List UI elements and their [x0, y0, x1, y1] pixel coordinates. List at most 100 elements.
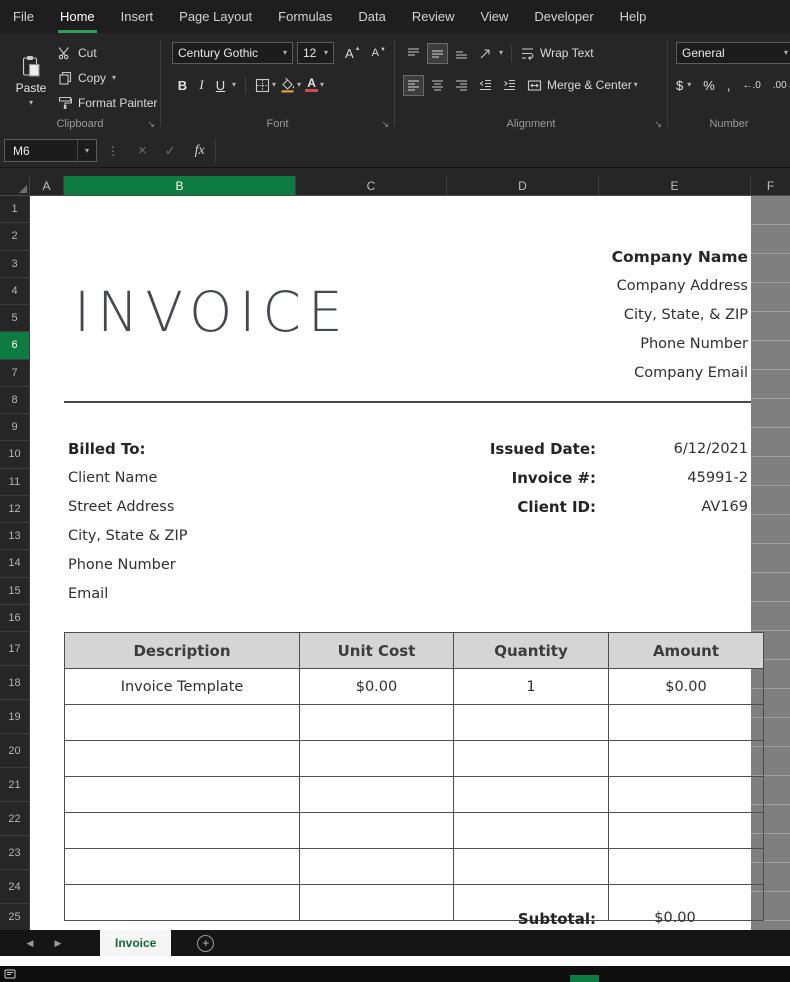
billed-to-label[interactable]: Billed To:: [68, 435, 188, 464]
tab-file[interactable]: File: [0, 0, 47, 33]
align-right-button[interactable]: [451, 75, 472, 96]
row-header[interactable]: 20: [0, 734, 30, 768]
company-info-block[interactable]: Company Name Company Address City, State…: [612, 243, 748, 388]
row-header[interactable]: 18: [0, 666, 30, 700]
row-header[interactable]: 12: [0, 496, 30, 523]
name-box[interactable]: M6 ▾: [4, 139, 97, 162]
align-left-button[interactable]: [403, 75, 424, 96]
row-header[interactable]: 22: [0, 802, 30, 836]
row-header[interactable]: 23: [0, 836, 30, 870]
row-header[interactable]: 24: [0, 870, 30, 904]
row-header[interactable]: 8: [0, 387, 30, 414]
decrease-font-size-button[interactable]: A▼: [372, 47, 386, 59]
row-header[interactable]: 4: [0, 278, 30, 305]
client-phone[interactable]: Phone Number: [68, 551, 188, 580]
tab-view[interactable]: View: [467, 0, 521, 33]
sheet-tab-invoice[interactable]: Invoice: [100, 930, 171, 956]
company-name[interactable]: Company Name: [612, 243, 748, 272]
cell[interactable]: [609, 813, 764, 849]
format-painter-button[interactable]: Format Painter: [58, 93, 157, 112]
status-left-icon[interactable]: [4, 968, 16, 980]
tab-data[interactable]: Data: [345, 0, 398, 33]
bold-button[interactable]: B: [175, 78, 190, 93]
company-email[interactable]: Company Email: [612, 359, 748, 388]
column-header-e[interactable]: E: [599, 176, 751, 195]
client-street[interactable]: Street Address: [68, 493, 188, 522]
cell[interactable]: [454, 813, 609, 849]
client-city-zip[interactable]: City, State & ZIP: [68, 522, 188, 551]
cell[interactable]: [454, 705, 609, 741]
company-city-zip[interactable]: City, State, & ZIP: [612, 301, 748, 330]
invoice-meta-labels[interactable]: Issued Date: Invoice #: Client ID:: [490, 435, 596, 522]
header-amount[interactable]: Amount: [609, 633, 764, 669]
row-header[interactable]: 17: [0, 632, 30, 666]
number-format-select[interactable]: General ▾: [676, 42, 790, 64]
font-name-select[interactable]: Century Gothic ▾: [172, 42, 293, 64]
cell[interactable]: [300, 849, 454, 885]
cell[interactable]: [609, 849, 764, 885]
row-header[interactable]: 5: [0, 305, 30, 332]
cell[interactable]: 1: [454, 669, 609, 705]
font-color-button[interactable]: A ▾: [305, 78, 324, 92]
cell[interactable]: [300, 741, 454, 777]
chevron-down-icon[interactable]: ▾: [77, 140, 96, 161]
row-header[interactable]: 19: [0, 700, 30, 734]
dialog-launcher-icon[interactable]: ↘: [147, 120, 155, 129]
cell[interactable]: [65, 813, 300, 849]
invoice-number-value[interactable]: 45991-2: [674, 464, 748, 493]
merge-center-button[interactable]: Merge & Center ▾: [527, 78, 638, 93]
select-all-button[interactable]: [0, 176, 30, 195]
fill-color-button[interactable]: ▾: [280, 77, 301, 93]
align-center-button[interactable]: [427, 75, 448, 96]
italic-button[interactable]: I: [194, 77, 209, 93]
company-address[interactable]: Company Address: [612, 272, 748, 301]
dialog-launcher-icon[interactable]: ↘: [654, 120, 662, 129]
tab-home[interactable]: Home: [47, 0, 108, 33]
invoice-number-label[interactable]: Invoice #:: [490, 464, 596, 493]
borders-button[interactable]: ▾: [255, 78, 276, 93]
cell[interactable]: [609, 741, 764, 777]
copy-button[interactable]: Copy ▾: [58, 68, 157, 87]
increase-indent-button[interactable]: [499, 75, 520, 96]
invoice-meta-values[interactable]: 6/12/2021 45991-2 AV169: [674, 435, 748, 522]
enter-button[interactable]: ✓: [165, 143, 176, 159]
comma-format-button[interactable]: ,: [727, 78, 731, 93]
client-id-label[interactable]: Client ID:: [490, 493, 596, 522]
column-header-c[interactable]: C: [296, 176, 447, 195]
chevron-down-icon[interactable]: ▾: [499, 49, 503, 57]
wrap-text-button[interactable]: Wrap Text: [520, 46, 594, 61]
cell[interactable]: [65, 777, 300, 813]
header-unit-cost[interactable]: Unit Cost: [300, 633, 454, 669]
client-email[interactable]: Email: [68, 580, 188, 609]
add-sheet-icon[interactable]: +: [197, 935, 214, 952]
percent-format-button[interactable]: %: [703, 78, 715, 93]
cell[interactable]: [454, 849, 609, 885]
align-bottom-button[interactable]: [451, 43, 472, 64]
row-header[interactable]: 7: [0, 360, 30, 387]
chevron-down-icon[interactable]: ▾: [232, 81, 236, 89]
underline-button[interactable]: U: [213, 78, 228, 93]
row-header[interactable]: 21: [0, 768, 30, 802]
tab-insert[interactable]: Insert: [108, 0, 167, 33]
row-header[interactable]: 25: [0, 904, 30, 930]
column-header-b[interactable]: B: [64, 176, 296, 195]
row-header[interactable]: 10: [0, 441, 30, 468]
align-top-button[interactable]: [403, 43, 424, 64]
paste-button[interactable]: Paste ▾: [8, 40, 54, 122]
column-header-d[interactable]: D: [447, 176, 599, 195]
subtotal-value[interactable]: $0.00: [599, 910, 751, 926]
increase-decimal-button[interactable]: ←.0: [742, 80, 760, 91]
client-id-value[interactable]: AV169: [674, 493, 748, 522]
cancel-button[interactable]: ×: [138, 142, 147, 159]
invoice-title[interactable]: INVOICE: [74, 280, 350, 344]
cell[interactable]: Invoice Template: [65, 669, 300, 705]
orientation-button[interactable]: [475, 43, 496, 64]
row-header[interactable]: 9: [0, 414, 30, 441]
billed-to-block[interactable]: Billed To: Client Name Street Address Ci…: [68, 435, 188, 609]
insert-function-button[interactable]: fx: [195, 143, 205, 159]
cell[interactable]: $0.00: [300, 669, 454, 705]
cell[interactable]: [609, 705, 764, 741]
cell[interactable]: [65, 705, 300, 741]
cell[interactable]: [609, 777, 764, 813]
align-middle-button[interactable]: [427, 43, 448, 64]
